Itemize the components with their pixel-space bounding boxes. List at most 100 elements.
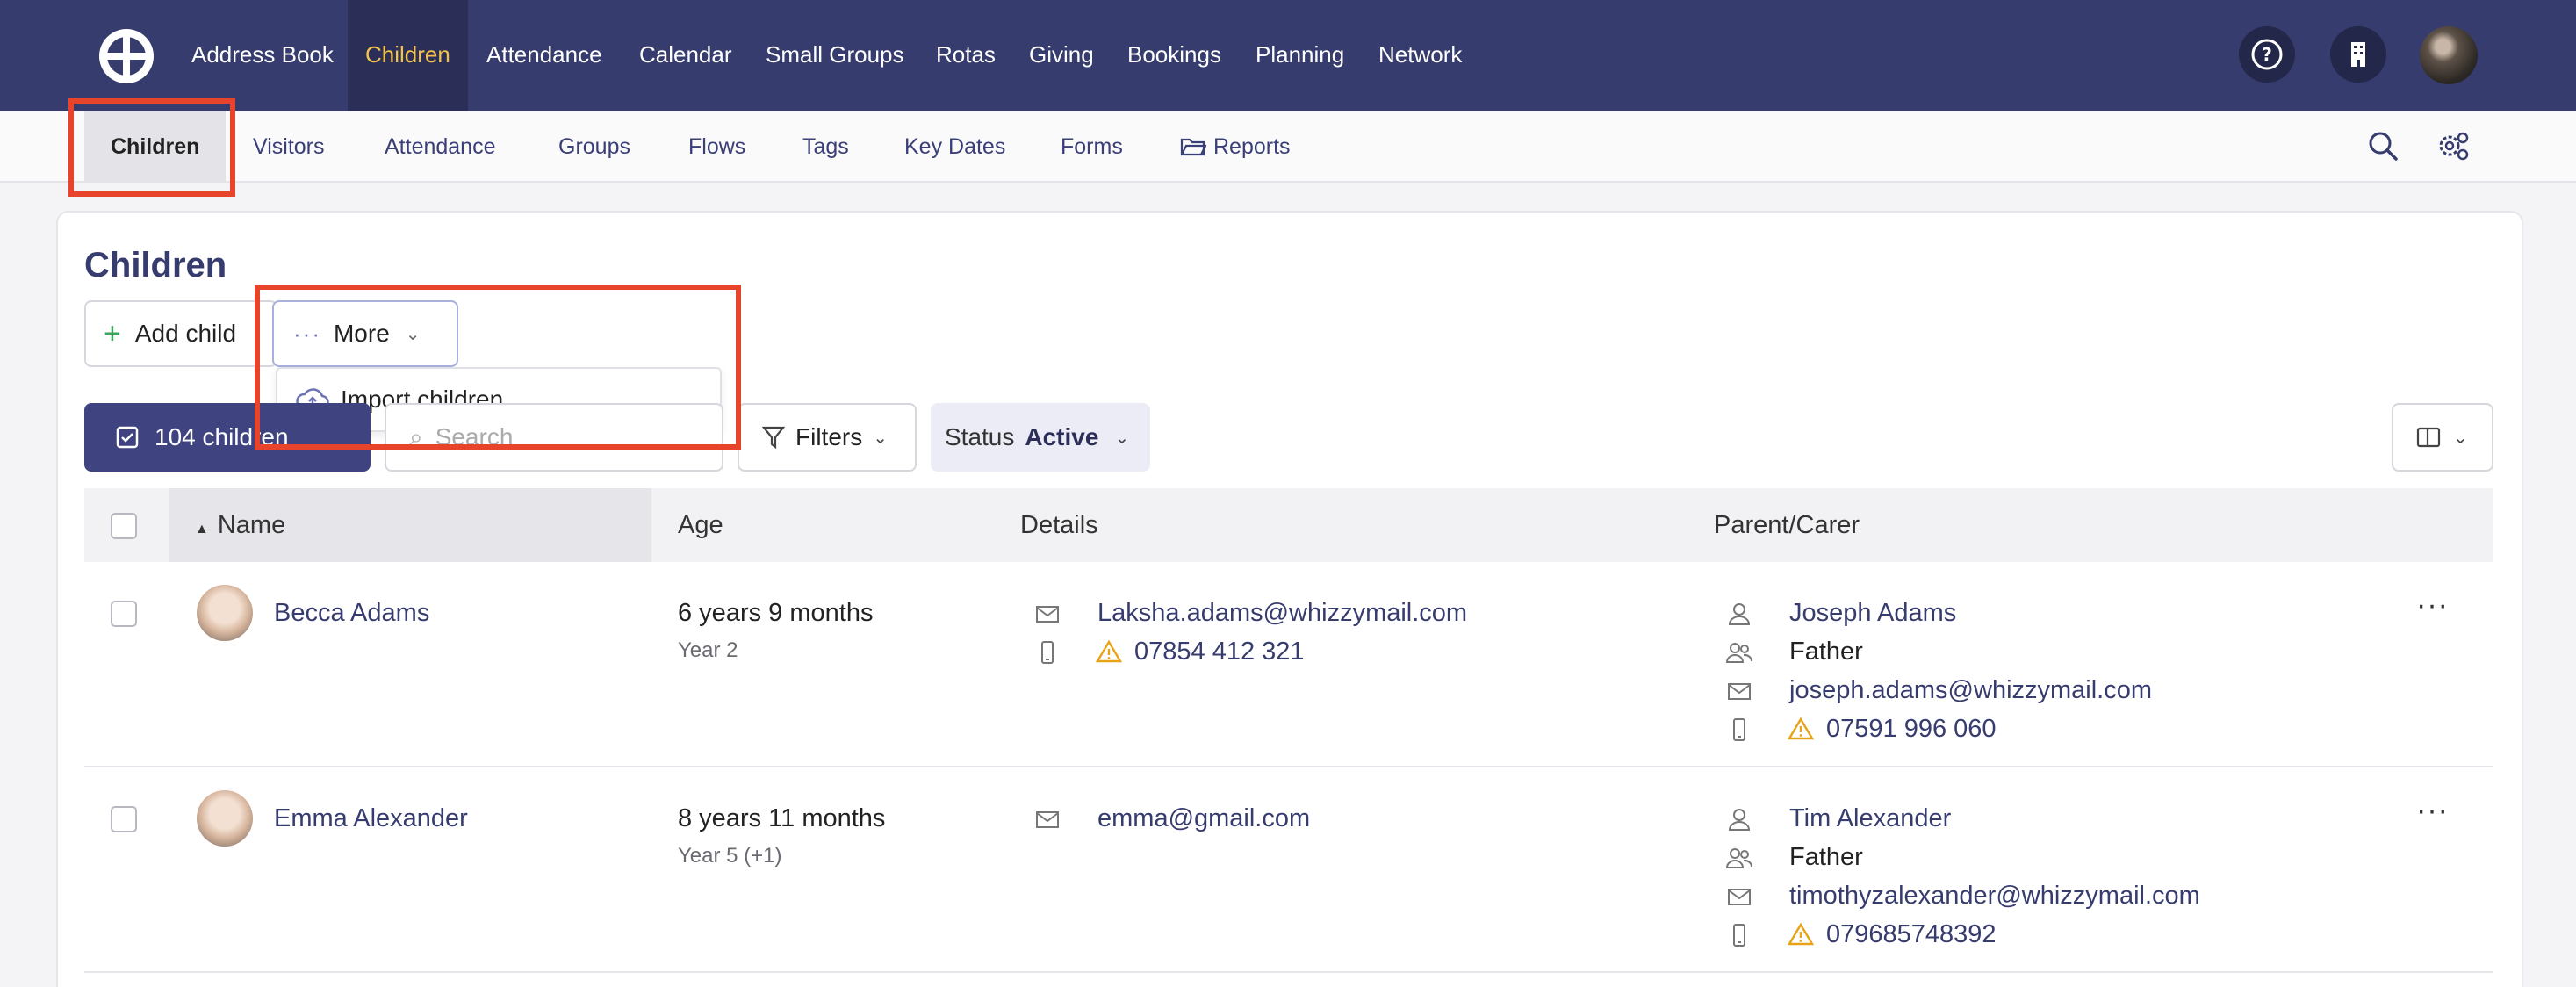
subnav-groups[interactable]: Groups	[558, 111, 630, 183]
warning-icon	[1788, 717, 1814, 740]
folder-icon	[1180, 138, 1207, 156]
nav-giving[interactable]: Giving	[1011, 0, 1112, 111]
child-avatar	[197, 790, 253, 847]
email-icon	[1036, 606, 1059, 623]
row-actions-icon[interactable]: ···	[2416, 794, 2449, 828]
child-name-link[interactable]: Emma Alexander	[274, 804, 468, 833]
person-icon	[1728, 603, 1751, 625]
child-age: 6 years 9 months	[678, 599, 874, 627]
row-checkbox[interactable]	[111, 601, 137, 627]
more-dots-icon: ···	[293, 320, 321, 347]
more-label: More	[333, 320, 390, 347]
phone-icon	[1733, 718, 1745, 741]
email-icon	[1036, 811, 1059, 828]
nav-attendance[interactable]: Attendance	[469, 0, 620, 111]
page-title: Children	[84, 246, 227, 285]
columns-toggle-button[interactable]: ⌄	[2392, 403, 2493, 472]
parent-relation: Father	[1789, 638, 1863, 666]
person-icon	[1728, 809, 1751, 831]
more-button[interactable]: ··· More ⌄	[272, 300, 458, 367]
help-icon[interactable]: ?	[2239, 26, 2295, 83]
search-icon[interactable]	[2365, 128, 2400, 163]
phone-icon	[1733, 924, 1745, 947]
top-navigation-bar: Address Book Children Attendance Calenda…	[0, 0, 2576, 111]
chevron-down-icon: ⌄	[405, 324, 421, 344]
svg-text:?: ?	[2262, 44, 2272, 65]
warning-icon	[1788, 922, 1814, 946]
chevron-down-icon: ⌄	[873, 428, 888, 448]
select-children-button[interactable]: 104 children	[84, 403, 371, 472]
table-header: ▲ Name Age Details Parent/Carer	[84, 488, 2493, 562]
filters-label: Filters	[795, 423, 863, 450]
email-icon	[1728, 683, 1751, 700]
nav-calendar[interactable]: Calendar	[622, 0, 750, 111]
sub-navigation-bar: Children Visitors Attendance Groups Flow…	[0, 111, 2576, 183]
child-avatar	[197, 585, 253, 641]
relationship-icon	[1726, 643, 1752, 663]
plus-icon: +	[104, 316, 121, 350]
subnav-visitors[interactable]: Visitors	[253, 111, 325, 183]
user-avatar[interactable]	[2420, 26, 2478, 84]
child-email-link[interactable]: Laksha.adams@whizzymail.com	[1097, 599, 1467, 628]
subnav-tags[interactable]: Tags	[802, 111, 849, 183]
add-child-button[interactable]: + Add child	[84, 300, 277, 367]
child-phone-link[interactable]: 07854 412 321	[1134, 638, 1305, 666]
nav-network[interactable]: Network	[1361, 0, 1479, 111]
parent-relation: Father	[1789, 843, 1863, 871]
nav-small-groups[interactable]: Small Groups	[748, 0, 922, 111]
row-actions-icon[interactable]: ···	[2416, 588, 2449, 623]
nav-planning[interactable]: Planning	[1238, 0, 1362, 111]
age-header[interactable]: Age	[678, 488, 723, 562]
parent-name-link[interactable]: Tim Alexander	[1789, 804, 1951, 833]
row-divider	[84, 766, 2493, 767]
parent-carer-header[interactable]: Parent/Carer	[1714, 488, 1860, 562]
child-name-link[interactable]: Becca Adams	[274, 599, 429, 628]
status-filter[interactable]: Status Active ⌄	[931, 403, 1150, 472]
search-field[interactable]: ⌕ Search	[385, 403, 723, 472]
subnav-reports[interactable]: Reports	[1180, 111, 1291, 183]
filters-button[interactable]: Filters ⌄	[738, 403, 917, 472]
details-header[interactable]: Details	[1020, 488, 1098, 562]
sort-asc-icon: ▲	[195, 522, 209, 537]
name-header-label: Name	[217, 511, 286, 539]
building-icon[interactable]	[2330, 26, 2386, 83]
warning-icon	[1096, 639, 1122, 663]
chevron-down-icon: ⌄	[2453, 428, 2468, 448]
subnav-children[interactable]: Children	[84, 111, 227, 183]
child-year: Year 2	[678, 638, 738, 662]
search-placeholder: Search	[435, 423, 514, 450]
parent-email-link[interactable]: joseph.adams@whizzymail.com	[1789, 676, 2152, 705]
subnav-key-dates[interactable]: Key Dates	[904, 111, 1005, 183]
status-label: Status	[945, 423, 1015, 450]
chevron-down-icon: ⌄	[1114, 428, 1130, 448]
row-checkbox[interactable]	[111, 806, 137, 832]
search-input-icon: ⌕	[409, 422, 423, 450]
relationship-icon	[1726, 848, 1752, 868]
row-divider	[84, 971, 2493, 973]
child-email-link[interactable]: emma@gmail.com	[1097, 804, 1310, 833]
phone-icon	[1041, 641, 1054, 664]
subnav-reports-label: Reports	[1213, 134, 1291, 159]
nav-bookings[interactable]: Bookings	[1110, 0, 1239, 111]
settings-icon[interactable]	[2436, 128, 2471, 163]
app-logo-icon[interactable]	[97, 26, 156, 86]
email-icon	[1728, 889, 1751, 905]
checkbox-checked-icon	[116, 426, 139, 449]
name-header[interactable]: ▲ Name	[195, 488, 285, 562]
nav-children[interactable]: Children	[348, 0, 468, 111]
filter-icon	[762, 426, 785, 450]
nav-address-book[interactable]: Address Book	[174, 0, 351, 111]
nav-rotas[interactable]: Rotas	[918, 0, 1013, 111]
subnav-forms[interactable]: Forms	[1061, 111, 1123, 183]
parent-email-link[interactable]: timothyzalexander@whizzymail.com	[1789, 882, 2200, 911]
columns-icon	[2416, 427, 2441, 448]
parent-name-link[interactable]: Joseph Adams	[1789, 599, 1956, 628]
parent-phone-link[interactable]: 07591 996 060	[1826, 715, 1997, 744]
child-year: Year 5 (+1)	[678, 844, 782, 868]
subnav-flows[interactable]: Flows	[688, 111, 745, 183]
child-age: 8 years 11 months	[678, 804, 886, 832]
subnav-attendance[interactable]: Attendance	[385, 111, 496, 183]
parent-phone-link[interactable]: 079685748392	[1826, 920, 1997, 949]
status-value: Active	[1025, 423, 1099, 450]
select-all-checkbox[interactable]	[111, 513, 137, 539]
